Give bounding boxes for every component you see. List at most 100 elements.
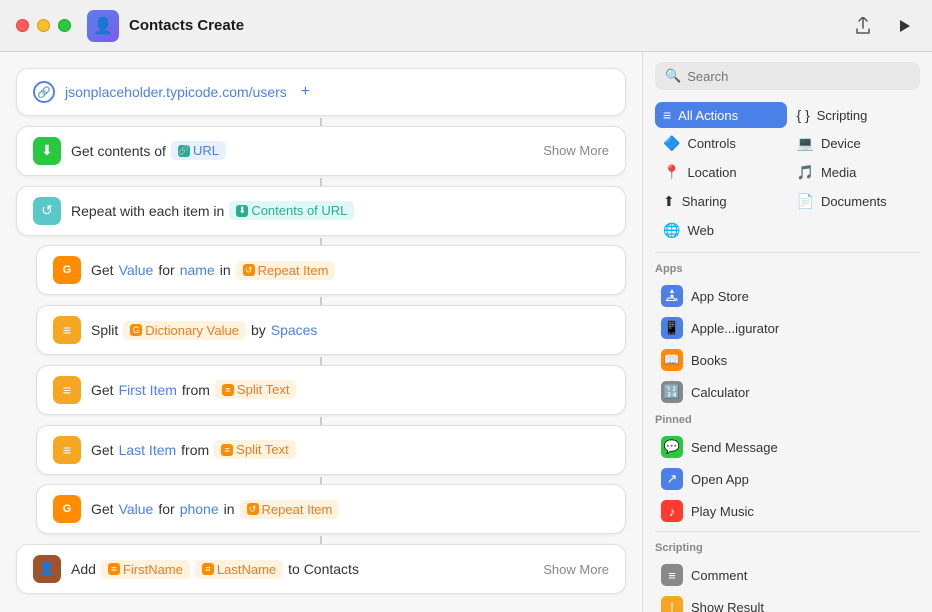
search-icon: 🔍 [665, 68, 681, 84]
url-text: jsonplaceholder.typicode.com/users [65, 84, 287, 100]
comment-icon: ≡ [661, 564, 683, 586]
minimize-button[interactable] [37, 19, 50, 32]
window-title: Contacts Create [129, 17, 244, 34]
apps-list: App Store 📱 Apple...igurator 📖 Books 🔢 C… [643, 280, 932, 408]
share-button[interactable] [850, 13, 876, 39]
add-contact-text: Add ≡ FirstName ≡ LastName to Contacts [71, 560, 359, 579]
category-device[interactable]: 💻 Device [789, 130, 921, 157]
open-app-label: Open App [691, 472, 749, 487]
books-label: Books [691, 353, 727, 368]
list-item-books[interactable]: 📖 Books [655, 344, 920, 376]
step-get-contents[interactable]: ⬇ Get contents of 🔗 URL Show More [16, 126, 626, 176]
actions-panel: 🔍 ≡ All Actions { } Scripting 🔷 Controls… [642, 52, 932, 612]
documents-label: Documents [821, 194, 887, 209]
connector-line-4 [320, 297, 322, 305]
url-add-button[interactable]: + [301, 83, 310, 101]
app-store-label: App Store [691, 289, 749, 304]
category-scripting[interactable]: { } Scripting [789, 102, 921, 128]
get-phone-text: Get Value for phone in ↺ Repeat Item [91, 500, 339, 519]
send-message-icon: 💬 [661, 436, 683, 458]
all-actions-label: All Actions [678, 108, 738, 123]
scripting-icon: { } [797, 107, 810, 123]
get-first-icon: ≡ [53, 376, 81, 404]
main-area: 🔗 jsonplaceholder.typicode.com/users + ⬇… [0, 52, 932, 612]
firstname-token: ≡ FirstName [101, 560, 190, 579]
media-icon: 🎵 [797, 164, 814, 181]
get-last-text: Get Last Item from ≡ Split Text [91, 440, 296, 459]
step-get-value-phone[interactable]: G Get Value for phone in ↺ Repeat Item [36, 484, 626, 534]
list-item-play-music[interactable]: ♪ Play Music [655, 495, 920, 527]
play-music-icon: ♪ [661, 500, 683, 522]
get-first-text: Get First Item from ≡ Split Text [91, 380, 296, 399]
list-item-apple-igurator[interactable]: 📱 Apple...igurator [655, 312, 920, 344]
list-item-comment[interactable]: ≡ Comment [655, 559, 920, 591]
step-get-last[interactable]: ≡ Get Last Item from ≡ Split Text [36, 425, 626, 475]
play-button[interactable] [892, 14, 916, 38]
url-bar[interactable]: 🔗 jsonplaceholder.typicode.com/users + [16, 68, 626, 116]
controls-label: Controls [687, 136, 735, 151]
apple-igurator-icon: 📱 [661, 317, 683, 339]
documents-icon: 📄 [797, 193, 814, 210]
send-message-label: Send Message [691, 440, 778, 455]
category-media[interactable]: 🎵 Media [789, 159, 921, 186]
step-get-value-name[interactable]: G Get Value for name in ↺ Repeat Item [36, 245, 626, 295]
search-input-wrap[interactable]: 🔍 [655, 62, 920, 90]
split-text: Split G Dictionary Value by Spaces [91, 321, 317, 340]
open-app-icon: ↗ [661, 468, 683, 490]
step-add-contact[interactable]: 👤 Add ≡ FirstName ≡ LastName to Contacts… [16, 544, 626, 594]
get-value-icon: G [53, 256, 81, 284]
app-icon: 👤 [87, 10, 119, 42]
workflow-panel: 🔗 jsonplaceholder.typicode.com/users + ⬇… [0, 52, 642, 612]
books-icon: 📖 [661, 349, 683, 371]
titlebar: 👤 Contacts Create [0, 0, 932, 52]
show-result-label: Show Result [691, 600, 764, 612]
list-item-show-result[interactable]: ! Show Result [655, 591, 920, 612]
repeat-icon: ↺ [33, 197, 61, 225]
category-controls[interactable]: 🔷 Controls [655, 130, 787, 157]
step-repeat[interactable]: ↺ Repeat with each item in ⬇ Contents of… [16, 186, 626, 236]
repeat-item-token-2: ↺ Repeat Item [240, 500, 340, 519]
show-more-1[interactable]: Show More [543, 143, 609, 158]
scripting-list: ≡ Comment ! Show Result ⚠ Show Alert ? A… [643, 559, 932, 612]
pinned-section-label: Pinned [655, 414, 920, 426]
category-location[interactable]: 📍 Location [655, 159, 787, 186]
split-text-token-1: ≡ Split Text [215, 380, 297, 399]
category-sharing[interactable]: ⬆ Sharing [655, 188, 787, 215]
connector-line [320, 118, 322, 126]
panel-scroll-area: Apps App Store 📱 Apple...igurator [643, 257, 932, 612]
split-icon: ≡ [53, 316, 81, 344]
split-text-token-2: ≡ Split Text [214, 440, 296, 459]
sharing-label: Sharing [682, 194, 727, 209]
close-button[interactable] [16, 19, 29, 32]
step-get-first[interactable]: ≡ Get First Item from ≡ Split Text [36, 365, 626, 415]
get-last-icon: ≡ [53, 436, 81, 464]
repeat-item-token: ↺ Repeat Item [236, 261, 336, 280]
category-all-actions[interactable]: ≡ All Actions [655, 102, 787, 128]
search-input[interactable] [687, 69, 910, 84]
media-label: Media [821, 165, 856, 180]
all-actions-icon: ≡ [663, 107, 671, 123]
repeat-text: Repeat with each item in ⬇ Contents of U… [71, 201, 354, 220]
step-split[interactable]: ≡ Split G Dictionary Value by Spaces [36, 305, 626, 355]
list-item-send-message[interactable]: 💬 Send Message [655, 431, 920, 463]
show-more-2[interactable]: Show More [543, 562, 609, 577]
category-documents[interactable]: 📄 Documents [789, 188, 921, 215]
category-web[interactable]: 🌐 Web [655, 217, 787, 244]
get-value-text: Get Value for name in ↺ Repeat Item [91, 261, 335, 280]
location-label: Location [687, 165, 736, 180]
get-contents-icon: ⬇ [33, 137, 61, 165]
contents-token: ⬇ Contents of URL [229, 201, 354, 220]
connector-line-5 [320, 357, 322, 365]
maximize-button[interactable] [58, 19, 71, 32]
window-controls [16, 19, 71, 32]
dict-value-token: G Dictionary Value [123, 321, 246, 340]
connector-line-6 [320, 417, 322, 425]
list-item-open-app[interactable]: ↗ Open App [655, 463, 920, 495]
get-phone-icon: G [53, 495, 81, 523]
list-item-app-store[interactable]: App Store [655, 280, 920, 312]
list-item-calculator[interactable]: 🔢 Calculator [655, 376, 920, 408]
divider-2 [655, 531, 920, 532]
pinned-list: 💬 Send Message ↗ Open App ♪ Play Music [643, 431, 932, 527]
categories-grid: ≡ All Actions { } Scripting 🔷 Controls 💻… [643, 98, 932, 248]
play-music-label: Play Music [691, 504, 754, 519]
